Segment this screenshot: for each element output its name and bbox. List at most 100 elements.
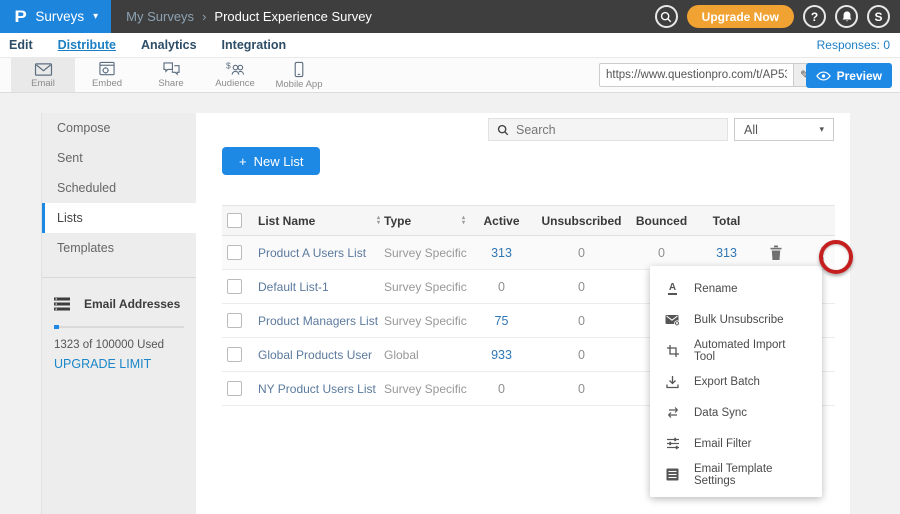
preview-button[interactable]: Preview (806, 63, 892, 88)
sort-icon[interactable]: ▴▾ (377, 216, 380, 226)
tab-integration[interactable]: Integration (222, 38, 287, 52)
list-filter-dropdown[interactable]: All ▾ (734, 118, 834, 141)
row-checkbox[interactable] (227, 313, 242, 328)
channel-mobile-app[interactable]: Mobile App (267, 58, 331, 92)
filter-selected-value: All (744, 123, 758, 137)
channel-audience[interactable]: $ Audience (203, 58, 267, 92)
header-active: Active (469, 214, 534, 228)
lists-main-panel: All ▾ + New List List Name ▴▾ Type ▴▾ Ac… (196, 113, 850, 514)
new-list-label: New List (254, 154, 304, 169)
survey-url-input[interactable] (600, 64, 793, 86)
annotation-highlight-circle (819, 240, 853, 274)
row-checkbox[interactable] (227, 381, 242, 396)
active-count[interactable]: 313 (469, 246, 534, 260)
distribute-toolbar: Email Embed Share $ Audience Mobile App (0, 58, 900, 93)
tab-analytics[interactable]: Analytics (141, 38, 197, 52)
sidebar-item-compose[interactable]: Compose (42, 113, 196, 143)
upgrade-limit-link[interactable]: UPGRADE LIMIT (54, 357, 184, 371)
user-avatar[interactable]: S (867, 5, 890, 28)
row-checkbox[interactable] (227, 347, 242, 362)
list-name-link[interactable]: Product A Users List (258, 246, 366, 260)
breadcrumb-separator: › (202, 9, 206, 24)
breadcrumb-current-survey: Product Experience Survey (214, 9, 372, 24)
rename-icon: A (665, 283, 680, 295)
email-sidebar: Compose Sent Scheduled Lists Templates E… (41, 113, 196, 514)
sidebar-item-lists[interactable]: Lists (42, 203, 196, 233)
unsubscribe-envelope-icon (665, 314, 680, 326)
top-header-bar: P Surveys ▾ My Surveys › Product Experie… (0, 0, 900, 33)
crop-icon (665, 344, 680, 358)
search-input[interactable] (516, 123, 719, 137)
responses-count[interactable]: Responses: 0 (817, 38, 890, 52)
download-icon (665, 375, 680, 389)
menu-item-email-filter[interactable]: Email Filter (650, 428, 822, 459)
header-unsubscribed: Unsubscribed (534, 214, 629, 228)
tab-edit[interactable]: Edit (9, 38, 33, 52)
header-type: Type (384, 214, 411, 228)
channel-audience-label: Audience (215, 78, 255, 89)
sidebar-item-scheduled[interactable]: Scheduled (42, 173, 196, 203)
mobile-phone-icon (293, 61, 305, 78)
usage-progress-bar (54, 326, 184, 328)
menu-item-automated-import-tool[interactable]: Automated Import Tool (650, 335, 822, 366)
envelope-icon (34, 62, 53, 77)
menu-item-export-batch[interactable]: Export Batch (650, 366, 822, 397)
channel-share[interactable]: Share (139, 58, 203, 92)
delete-list-button[interactable] (769, 245, 783, 261)
channel-email[interactable]: Email (11, 58, 75, 92)
unsubscribed-count: 0 (534, 348, 629, 362)
unsubscribed-count: 0 (534, 314, 629, 328)
bounced-count: 0 (629, 246, 694, 260)
menu-item-data-sync[interactable]: Data Sync (650, 397, 822, 428)
select-all-checkbox[interactable] (227, 213, 242, 228)
active-count[interactable]: 933 (469, 348, 534, 362)
sort-icon[interactable]: ▴▾ (462, 216, 465, 226)
list-name-link[interactable]: Global Products User (258, 348, 372, 362)
help-button[interactable]: ? (803, 5, 826, 28)
trash-icon (769, 245, 783, 261)
question-mark-icon: ? (811, 10, 818, 24)
menu-item-email-template-settings[interactable]: Email Template Settings (650, 459, 822, 490)
channel-embed[interactable]: Embed (75, 58, 139, 92)
header-total: Total (694, 214, 759, 228)
chevron-down-icon: ▾ (819, 124, 824, 135)
notifications-button[interactable] (835, 5, 858, 28)
new-list-button[interactable]: + New List (222, 147, 320, 175)
breadcrumb: My Surveys › Product Experience Survey (126, 9, 372, 24)
row-checkbox[interactable] (227, 279, 242, 294)
unsubscribed-count: 0 (534, 280, 629, 294)
unsubscribed-count: 0 (534, 382, 629, 396)
email-addresses-title: Email Addresses (84, 297, 180, 311)
audience-people-icon: $ (225, 61, 245, 77)
header-bounced: Bounced (629, 214, 694, 228)
menu-item-rename[interactable]: A Rename (650, 273, 822, 304)
survey-url-group: ✎ (599, 63, 817, 87)
survey-subnav: Edit Distribute Analytics Integration Re… (0, 33, 900, 58)
product-switcher-label: Surveys (35, 9, 84, 24)
header-list-name: List Name (258, 214, 315, 228)
template-document-icon (665, 468, 680, 481)
list-name-link[interactable]: Default List-1 (258, 280, 329, 294)
usage-text: 1323 of 100000 Used (54, 339, 184, 351)
table-row: Product A Users List Survey Specific 313… (222, 236, 835, 270)
sidebar-item-sent[interactable]: Sent (42, 143, 196, 173)
tab-distribute[interactable]: Distribute (58, 38, 116, 52)
topbar-actions: Upgrade Now ? S (655, 5, 900, 28)
row-checkbox[interactable] (227, 245, 242, 260)
filter-sliders-icon (665, 437, 680, 450)
svg-text:$: $ (226, 61, 231, 71)
list-name-link[interactable]: Product Managers List (258, 314, 378, 328)
sidebar-item-templates[interactable]: Templates (42, 233, 196, 263)
menu-item-bulk-unsubscribe[interactable]: Bulk Unsubscribe (650, 304, 822, 335)
active-count[interactable]: 75 (469, 314, 534, 328)
row-actions-menu: A Rename Bulk Unsubscribe Automated Impo… (650, 266, 822, 497)
search-button[interactable] (655, 5, 678, 28)
upgrade-now-button[interactable]: Upgrade Now (687, 5, 794, 28)
chat-bubbles-icon (162, 61, 181, 77)
breadcrumb-my-surveys[interactable]: My Surveys (126, 9, 194, 24)
product-switcher[interactable]: P Surveys ▾ (0, 0, 111, 33)
active-count: 0 (469, 382, 534, 396)
list-name-link[interactable]: NY Product Users List (258, 382, 376, 396)
search-icon (497, 124, 509, 136)
total-count: 313 (694, 246, 759, 260)
